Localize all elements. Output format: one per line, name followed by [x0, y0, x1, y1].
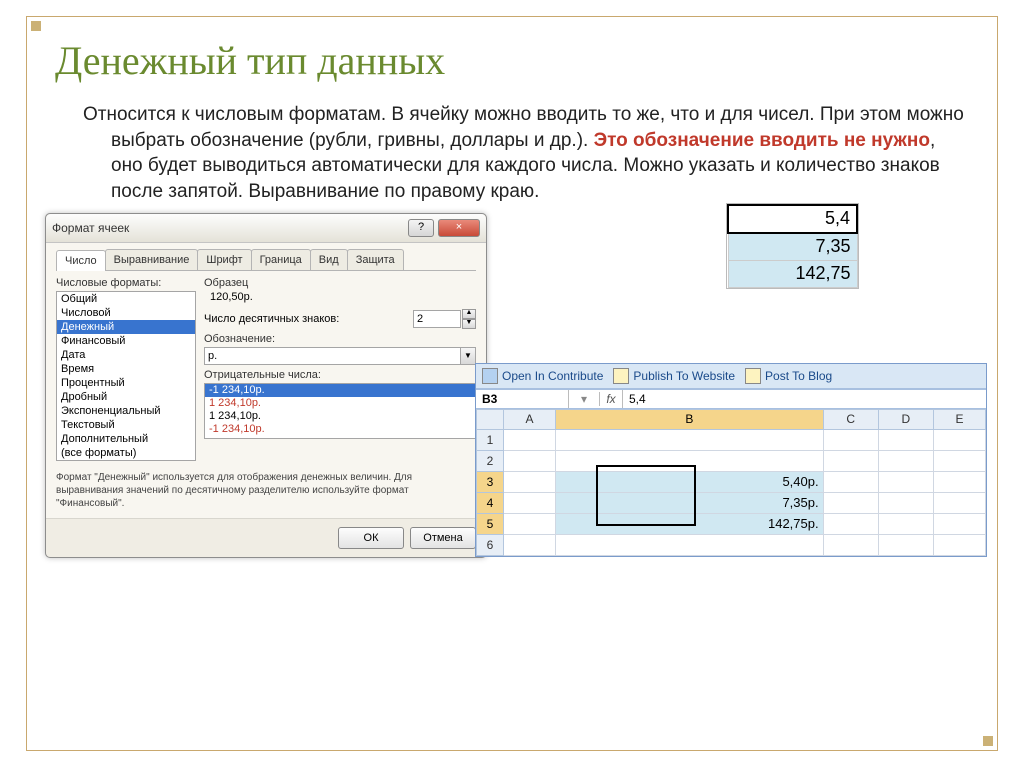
- select-all[interactable]: [477, 409, 504, 429]
- symbol-label: Обозначение:: [204, 333, 476, 345]
- decimals-spin[interactable]: ▲▼: [462, 309, 476, 329]
- col-header[interactable]: B: [556, 409, 824, 429]
- spin-down-icon[interactable]: ▼: [462, 319, 476, 329]
- list-item[interactable]: 1 234,10р.: [205, 397, 475, 410]
- tab-border[interactable]: Граница: [251, 249, 311, 270]
- sample-label: Образец: [204, 277, 476, 289]
- chevron-down-icon[interactable]: ▼: [460, 348, 475, 364]
- negatives-label: Отрицательные числа:: [204, 369, 476, 381]
- cell[interactable]: 7,35: [728, 233, 857, 261]
- contribute-toolbar: Open In Contribute Publish To Website Po…: [476, 364, 986, 389]
- dialog-titlebar[interactable]: Формат ячеек ? ×: [46, 214, 486, 243]
- formula-bar[interactable]: 5,4: [623, 390, 986, 408]
- format-description: Формат "Денежный" используется для отобр…: [56, 471, 476, 510]
- cancel-button[interactable]: Отмена: [410, 527, 476, 549]
- list-item[interactable]: Дополнительный: [57, 432, 195, 446]
- fx-icon[interactable]: fx: [600, 390, 623, 408]
- col-header[interactable]: C: [823, 409, 878, 429]
- list-item[interactable]: Экспоненциальный: [57, 404, 195, 418]
- cell[interactable]: 5,4: [728, 205, 857, 233]
- format-cells-dialog: Формат ячеек ? × Число Выравнивание Шриф…: [45, 213, 487, 558]
- list-item[interactable]: Время: [57, 362, 195, 376]
- tab-protection[interactable]: Защита: [347, 249, 404, 270]
- negatives-listbox[interactable]: -1 234,10р. 1 234,10р. 1 234,10р. -1 234…: [204, 383, 476, 439]
- list-item[interactable]: -1 234,10р.: [205, 384, 475, 397]
- tab-fill[interactable]: Вид: [310, 249, 348, 270]
- tab-number[interactable]: Число: [56, 250, 106, 271]
- list-item[interactable]: (все форматы): [57, 446, 195, 460]
- label: Open In Contribute: [502, 369, 603, 383]
- list-item[interactable]: Текстовый: [57, 418, 195, 432]
- label: Publish To Website: [633, 369, 735, 383]
- list-item[interactable]: 1 234,10р.: [205, 410, 475, 423]
- publish-icon: [613, 368, 629, 384]
- dialog-caption: Формат ячеек: [52, 221, 404, 235]
- contribute-icon: [482, 368, 498, 384]
- row-header[interactable]: 4: [477, 492, 504, 513]
- cell[interactable]: 7,35р.: [556, 492, 824, 513]
- list-item[interactable]: Процентный: [57, 376, 195, 390]
- row-header[interactable]: 2: [477, 450, 504, 471]
- symbol-value: р.: [208, 350, 217, 362]
- tab-bar: Число Выравнивание Шрифт Граница Вид Защ…: [56, 249, 476, 271]
- excel-snippet: Open In Contribute Publish To Website Po…: [475, 363, 987, 557]
- open-in-contribute-button[interactable]: Open In Contribute: [482, 368, 603, 384]
- row-header[interactable]: 5: [477, 513, 504, 534]
- list-item[interactable]: Общий: [57, 292, 195, 306]
- cell[interactable]: 5,40р.: [556, 471, 824, 492]
- tab-alignment[interactable]: Выравнивание: [105, 249, 199, 270]
- list-item[interactable]: -1 234,10р.: [205, 423, 475, 436]
- row-header[interactable]: 6: [477, 534, 504, 555]
- body-paragraph: Относится к числовым форматам. В ячейку …: [83, 102, 969, 205]
- symbol-combo[interactable]: р. ▼: [204, 347, 476, 365]
- row-header[interactable]: 1: [477, 429, 504, 450]
- list-item[interactable]: Дата: [57, 348, 195, 362]
- list-item[interactable]: Числовой: [57, 306, 195, 320]
- name-box[interactable]: B3: [476, 390, 569, 408]
- col-header[interactable]: E: [933, 409, 985, 429]
- post-to-blog-button[interactable]: Post To Blog: [745, 368, 832, 384]
- para-red: Это обозначение вводить не нужно: [594, 130, 930, 151]
- list-item[interactable]: Финансовый: [57, 334, 195, 348]
- format-list-label: Числовые форматы:: [56, 277, 196, 289]
- format-listbox[interactable]: Общий Числовой Денежный Финансовый Дата …: [56, 291, 196, 461]
- cell[interactable]: 142,75: [728, 260, 857, 287]
- page-title: Денежный тип данных: [55, 37, 969, 84]
- close-button[interactable]: ×: [438, 219, 480, 237]
- dropdown-icon[interactable]: ▾: [569, 392, 600, 406]
- blog-icon: [745, 368, 761, 384]
- tab-font[interactable]: Шрифт: [197, 249, 251, 270]
- help-button[interactable]: ?: [408, 219, 434, 237]
- plain-cells-sample: 5,4 7,35 142,75: [726, 203, 859, 289]
- label: Post To Blog: [765, 369, 832, 383]
- list-item[interactable]: Денежный: [57, 320, 195, 334]
- sample-value: 120,50р.: [210, 291, 476, 303]
- list-item[interactable]: Дробный: [57, 390, 195, 404]
- cell[interactable]: 142,75р.: [556, 513, 824, 534]
- col-header[interactable]: A: [504, 409, 556, 429]
- decimals-label: Число десятичных знаков:: [204, 313, 413, 325]
- row-header[interactable]: 3: [477, 471, 504, 492]
- spin-up-icon[interactable]: ▲: [462, 309, 476, 319]
- spreadsheet-grid[interactable]: A B C D E 1 2 35,40р. 47,35р. 5142,75р. …: [476, 409, 986, 556]
- ok-button[interactable]: ОК: [338, 527, 404, 549]
- decimals-input[interactable]: 2: [413, 310, 461, 328]
- col-header[interactable]: D: [878, 409, 933, 429]
- publish-to-website-button[interactable]: Publish To Website: [613, 368, 735, 384]
